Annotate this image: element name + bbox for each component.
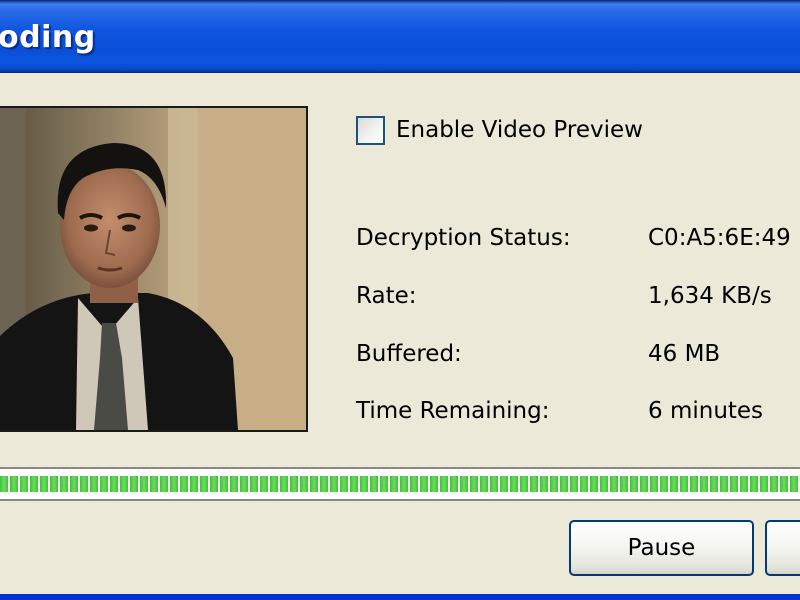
rate-value: 1,634 KB/s [648,283,772,309]
progress-bar [0,467,800,501]
pause-button[interactable]: Pause [569,520,754,576]
enable-video-preview-checkbox[interactable] [356,115,385,145]
enable-video-preview-label[interactable]: Enable Video Preview [396,117,643,143]
video-preview [0,106,308,432]
video-thumbnail-icon [0,108,306,430]
decryption-status-value: C0:A5:6E:49 [648,225,791,251]
rate-label: Rate: [356,283,417,309]
progress-fill [0,476,800,492]
enable-video-preview-row[interactable]: Enable Video Preview [356,113,643,147]
window-bottom-border [0,594,800,600]
title-bar[interactable]: oding [0,0,800,73]
decryption-status-label: Decryption Status: [356,225,571,251]
cancel-button[interactable] [765,520,800,576]
time-remaining-label: Time Remaining: [356,398,550,424]
buffered-label: Buffered: [356,341,462,367]
window-title: oding [0,20,96,55]
time-remaining-value: 6 minutes [648,398,764,424]
buffered-value: 46 MB [648,341,721,367]
